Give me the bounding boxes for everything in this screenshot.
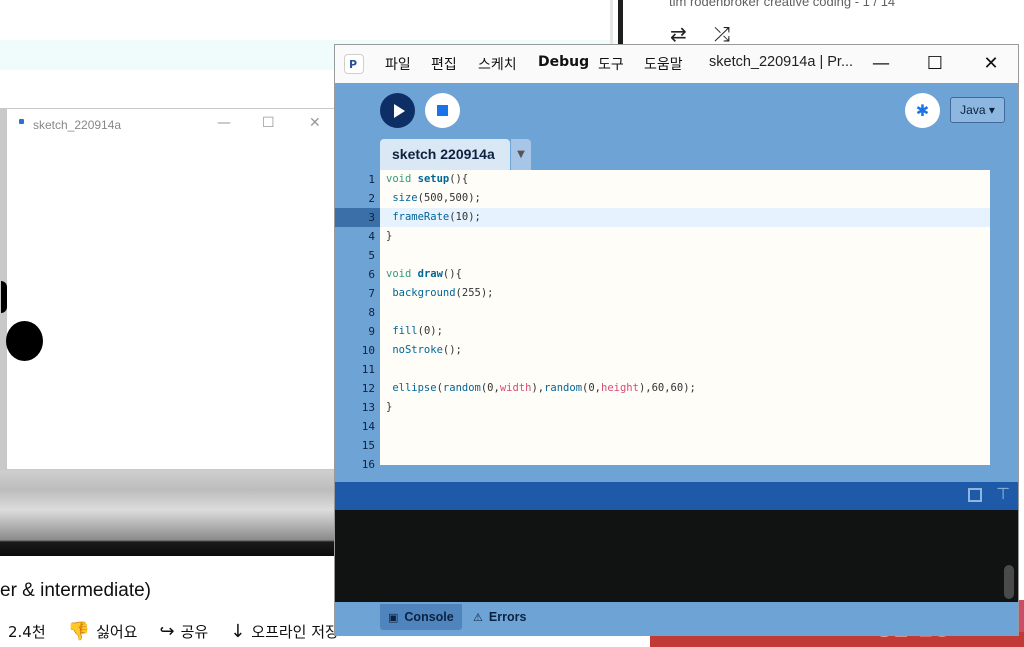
debug-bug-icon[interactable]: ✱ [905,93,940,128]
like-button[interactable]: 2.4천 [8,621,46,642]
menu-file[interactable]: 파일 [385,54,411,74]
maximize-icon[interactable]: ☐ [262,115,275,131]
maximize-icon[interactable]: ☐ [915,49,955,79]
dislike-button[interactable]: 👎 싫어요 [68,621,138,642]
line-number-gutter: 1 2 3 4 5 6 7 8 9 10 11 12 13 14 15 16 [335,170,380,471]
tab-label: sketch 220914a [392,146,495,162]
line-number: 6 [368,268,375,281]
share-button[interactable]: ↪ 공유 [159,621,208,642]
editor-scrollbar[interactable] [990,170,1005,465]
collapse-console-icon[interactable]: ⊤ [996,484,1010,503]
download-label: 오프라인 저장 [251,622,339,641]
sketch-window-title: sketch_220914a [33,118,122,132]
line-number: 8 [368,306,375,319]
code-line[interactable]: ellipse(random(0,width),random(0,height)… [386,382,696,394]
code-line[interactable]: } [386,401,392,413]
drawn-ellipse [1,281,7,313]
dislike-icon: 👎 [67,620,91,642]
code-line[interactable]: size(500,500); [386,192,481,204]
line-number: 12 [361,382,375,395]
mode-selector[interactable]: Java ▾ [950,97,1005,123]
status-bar: ⊤ [335,482,1018,510]
video-title: er & intermediate) [0,580,152,601]
close-icon[interactable]: ✕ [971,49,1011,79]
loop-icon[interactable]: ⇄ [670,22,687,46]
drawn-ellipse [6,321,43,361]
console-icon: ▣ [388,611,399,624]
run-button[interactable] [380,93,415,128]
tab-errors-label: Errors [488,610,527,624]
code-line[interactable]: background(255); [386,287,493,299]
download-button[interactable]: ↓ 오프라인 저장 [230,621,339,642]
line-number: 13 [361,401,375,414]
menu-tools[interactable]: 도구 [598,54,624,74]
console-scrollbar[interactable] [1004,565,1014,599]
tab-sketch[interactable]: sketch 220914a [380,139,510,170]
line-number: 11 [361,363,375,376]
code-line[interactable]: void draw(){ [386,268,462,280]
line-number: 7 [368,287,375,300]
minimize-icon[interactable]: — [217,115,231,131]
menu-help[interactable]: 도움말 [644,54,683,74]
download-icon: ↓ [230,620,246,642]
processing-ide-window[interactable]: P 파일 편집 스케치 Debug 도구 도움말 sketch_220914a … [334,44,1019,636]
line-number: 14 [361,420,375,433]
minimize-icon[interactable]: — [861,49,901,79]
console-footer: ▣ Console ⚠ Errors [335,602,1018,635]
tab-console[interactable]: ▣ Console [380,604,462,630]
code-editor[interactable]: void setup(){ size(500,500); frameRate(1… [380,170,990,465]
stop-button[interactable] [425,93,460,128]
shuffle-icon[interactable]: ⤮ [714,22,730,46]
sketch-titlebar[interactable]: sketch_220914a — ☐ ✕ [7,109,337,139]
dislike-label: 싫어요 [96,622,138,641]
code-line[interactable]: frameRate(10); [386,211,481,223]
tab-errors[interactable]: ⚠ Errors [473,604,526,630]
line-number: 15 [361,439,375,452]
processing-app-icon[interactable]: P [344,54,364,74]
share-label: 공유 [180,622,209,641]
warning-icon: ⚠ [473,611,483,624]
divider [618,0,623,44]
code-line[interactable]: } [386,230,392,242]
line-number: 4 [368,230,375,243]
divider [610,0,613,44]
line-number: 10 [361,344,375,357]
code-line[interactable]: void setup(){ [386,173,468,185]
line-number: 3 [368,211,375,224]
menu-edit[interactable]: 편집 [431,54,457,74]
video-player[interactable] [0,470,336,556]
video-actions: 2.4천 👎 싫어요 ↪ 공유 ↓ 오프라인 저장 [8,619,361,643]
menu-sketch[interactable]: 스케치 [478,54,517,74]
like-count: 2.4천 [8,622,46,641]
line-number: 16 [361,458,375,471]
share-icon: ↪ [159,620,175,642]
sketch-output-window[interactable]: sketch_220914a — ☐ ✕ [1,108,338,470]
tab-menu-chevron-down-icon[interactable]: ▼ [511,139,531,170]
line-number: 1 [368,173,375,186]
close-icon[interactable]: ✕ [309,115,321,131]
ide-toolbar: ✱ Java ▾ [335,83,1018,141]
playlist-title[interactable]: tim rodenbroker creative coding - 1 / 14 [669,0,895,9]
copy-icon[interactable] [968,488,982,502]
code-line[interactable]: noStroke(); [386,344,462,356]
console-output[interactable] [335,510,1018,602]
line-number: 5 [368,249,375,262]
tab-console-label: Console [404,610,454,624]
code-line[interactable]: fill(0); [386,325,443,337]
line-number: 2 [368,192,375,205]
processing-icon [19,119,24,124]
menu-debug[interactable]: Debug [538,54,589,70]
line-number: 9 [368,325,375,338]
ide-titlebar[interactable]: P 파일 편집 스케치 Debug 도구 도움말 sketch_220914a … [335,45,1018,83]
ide-window-title: sketch_220914a | Pr... [709,54,854,70]
